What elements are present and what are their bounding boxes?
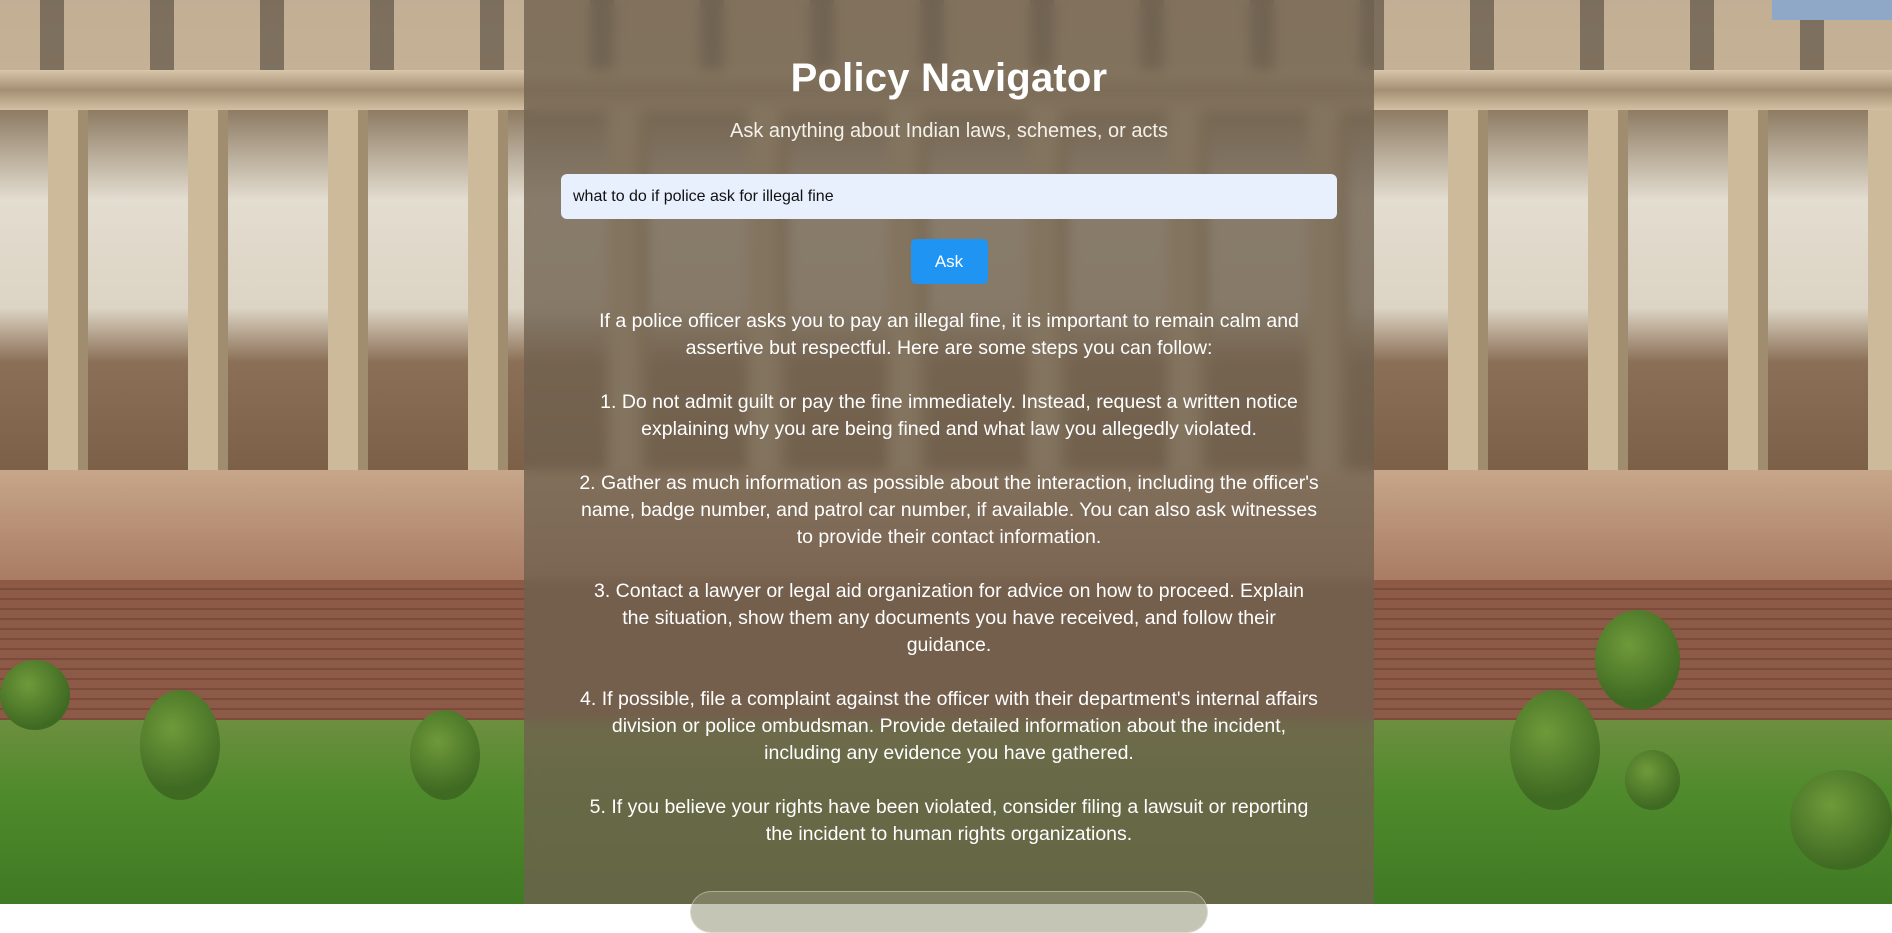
page-subtitle: Ask anything about Indian laws, schemes,… <box>729 120 1168 142</box>
answer-paragraph: 1. Do not admit guilt or pay the fine im… <box>600 391 1298 440</box>
answer-paragraph: 2. Gather as much information as possibl… <box>579 472 1319 548</box>
ask-button[interactable]: Ask <box>910 239 988 284</box>
main-panel: Policy Navigator Ask anything about Indi… <box>524 0 1374 904</box>
answer-text: If a police officer asks you to pay an i… <box>579 308 1319 848</box>
answer-paragraph: 4. If possible, file a complaint against… <box>580 688 1318 764</box>
answer-paragraph: 3. Contact a lawyer or legal aid organiz… <box>594 580 1304 656</box>
answer-paragraph: 5. If you believe your rights have been … <box>589 796 1309 845</box>
search-input[interactable] <box>561 174 1337 219</box>
page-title: Policy Navigator <box>790 56 1108 100</box>
bottom-card-edge <box>690 891 1208 933</box>
answer-paragraph: If a police officer asks you to pay an i… <box>599 310 1299 359</box>
